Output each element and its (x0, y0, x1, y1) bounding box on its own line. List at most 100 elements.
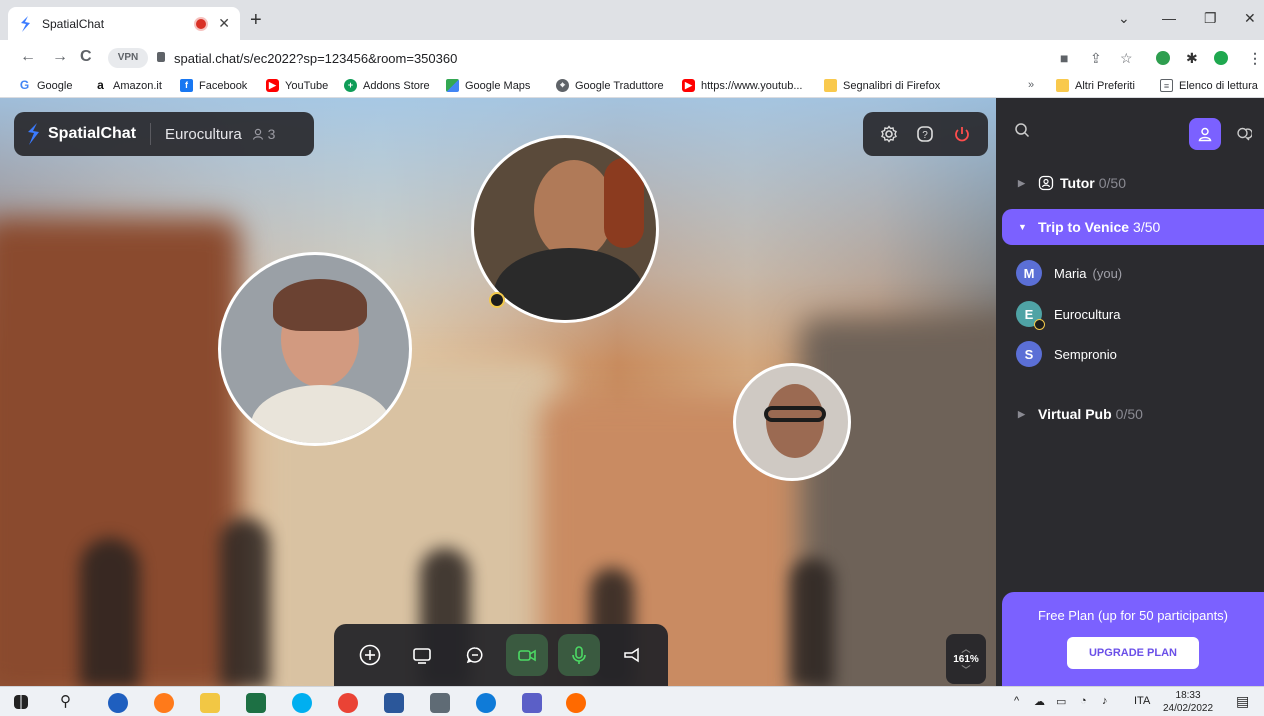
vpn-badge[interactable]: VPN (108, 48, 148, 68)
youtube-icon: ▶ (682, 79, 695, 92)
menu-kebab-icon[interactable]: ⋮ (1248, 50, 1262, 67)
app-icon[interactable] (108, 693, 128, 713)
amazon-icon: a (97, 78, 104, 92)
camera-button[interactable] (506, 634, 549, 676)
reload-button[interactable]: C (80, 49, 92, 65)
bookmark-item[interactable]: Segnalibri di Firefox (824, 79, 940, 92)
help-button[interactable]: ? (911, 120, 939, 148)
gear-icon (881, 125, 898, 143)
leave-button[interactable] (948, 120, 976, 148)
browser-tab[interactable]: SpatialChat ✕ (8, 7, 240, 40)
skype-icon[interactable] (292, 693, 312, 713)
bookmark-item[interactable]: Google Maps (446, 79, 530, 92)
extensions-puzzle-icon[interactable]: ✱ (1186, 50, 1198, 67)
camera-icon (518, 649, 536, 662)
settings-button[interactable] (875, 120, 903, 148)
share-icon[interactable]: ⇪ (1090, 50, 1102, 67)
room-item-tutor[interactable]: ▶ Tutor 0/50 (996, 165, 1264, 201)
participant-hair (273, 279, 367, 331)
zoom-out-chevron-icon[interactable]: ﹀ (961, 665, 970, 675)
microphone-button[interactable] (558, 634, 601, 676)
tab-participants[interactable] (1189, 118, 1221, 150)
sidebar-header (996, 98, 1264, 170)
tab-chat[interactable] (1228, 118, 1260, 150)
background-window (790, 558, 834, 686)
share-screen-button[interactable] (401, 634, 443, 676)
bookmark-item[interactable]: f Facebook (180, 79, 247, 92)
clock[interactable]: 18:33 24/02/2022 (1163, 689, 1213, 715)
spatialchat-favicon-icon (21, 15, 30, 32)
chrome-icon[interactable] (338, 693, 358, 713)
online-count[interactable]: 3 (252, 126, 275, 142)
camera-in-use-icon[interactable]: ■ (1060, 50, 1068, 66)
search-icon (1015, 123, 1030, 138)
tab-search-icon[interactable]: ⌄ (1118, 10, 1130, 27)
windows-taskbar: ⚲ ^ ☁ ▭ ◔ ♪ ITA 18:33 24/02/2022 ▤ (0, 686, 1264, 716)
room-item-virtual-pub[interactable]: ▶ Virtual Pub 0/50 (996, 396, 1264, 432)
space-name[interactable]: Eurocultura (165, 126, 242, 143)
adblock-extension-icon[interactable] (1156, 51, 1170, 65)
room-item-trip-to-venice[interactable]: ▼ Trip to Venice 3/50 (1002, 209, 1264, 245)
member-item[interactable]: S Sempronio (1016, 339, 1117, 369)
teams-icon[interactable] (522, 693, 542, 713)
screen-share-icon (413, 648, 432, 664)
bookmark-item[interactable]: ▶ YouTube (266, 79, 328, 92)
close-tab-icon[interactable]: ✕ (218, 15, 230, 32)
room-name: Virtual Pub (1038, 406, 1112, 422)
bookmarks-overflow-button[interactable]: » (1028, 79, 1034, 91)
url-field[interactable]: spatial.chat/s/ec2022?sp=123456&room=350… (174, 51, 457, 66)
bookmarks-bar: G Google a Amazon.it f Facebook ▶ YouTube + A… (0, 76, 1264, 98)
lock-icon[interactable] (157, 52, 165, 62)
edge-icon[interactable] (476, 693, 496, 713)
restore-button[interactable]: ❐ (1204, 10, 1217, 27)
notifications-icon[interactable]: ▤ (1236, 693, 1249, 710)
windows-start-icon[interactable] (14, 695, 28, 709)
reading-list[interactable]: ≡ Elenco di lettura (1160, 79, 1258, 92)
file-explorer-icon[interactable] (200, 693, 220, 713)
battery-icon[interactable]: ▭ (1056, 695, 1066, 708)
search-button[interactable] (1014, 122, 1030, 141)
calculator-icon[interactable] (430, 693, 450, 713)
participant-video-maria[interactable] (218, 252, 412, 446)
word-icon[interactable] (384, 693, 404, 713)
member-item[interactable]: M Maria (you) (1016, 258, 1122, 288)
member-item[interactable]: E Eurocultura (1016, 299, 1120, 330)
bookmark-star-icon[interactable]: ☆ (1120, 50, 1133, 67)
wifi-icon[interactable]: ◔ (1080, 695, 1087, 707)
host-badge-icon (489, 292, 505, 308)
add-content-button[interactable] (349, 634, 391, 676)
vpn-app-icon[interactable] (566, 693, 586, 713)
bookmark-item[interactable]: + Addons Store (344, 79, 430, 92)
facebook-icon: f (180, 79, 193, 92)
room-canvas[interactable]: SpatialChat Eurocultura 3 ? ︿ 161% ﹀ (0, 98, 996, 686)
chat-bubble-icon (466, 647, 483, 664)
other-bookmarks[interactable]: Altri Preferiti (1056, 79, 1135, 92)
search-icon[interactable]: ⚲ (60, 692, 80, 712)
bookmark-item[interactable]: G Google (18, 79, 73, 92)
bookmark-item[interactable]: ▶ https://www.youtub... (682, 79, 803, 92)
chat-icon (1237, 127, 1252, 141)
bookmark-item[interactable]: a Amazon.it (94, 79, 162, 92)
shield-extension-icon[interactable] (1214, 51, 1228, 65)
tray-chevron-icon[interactable]: ^ (1014, 695, 1019, 707)
broadcast-button[interactable] (611, 634, 653, 676)
chat-button[interactable] (454, 634, 496, 676)
forward-button[interactable]: → (52, 49, 68, 65)
bookmark-item[interactable]: ⌖ Google Traduttore (556, 79, 664, 92)
back-button[interactable]: ← (20, 49, 36, 65)
zoom-in-chevron-icon[interactable]: ︿ (961, 644, 970, 654)
plan-text: Free Plan (up for 50 participants) (1037, 608, 1229, 623)
excel-icon[interactable] (246, 693, 266, 713)
language-indicator[interactable]: ITA (1134, 695, 1150, 707)
close-window-button[interactable]: ✕ (1244, 10, 1256, 27)
participant-video-sempronio[interactable] (733, 363, 851, 481)
firefox-icon[interactable] (154, 693, 174, 713)
folder-icon (1056, 79, 1069, 92)
zoom-control[interactable]: ︿ 161% ﹀ (946, 634, 986, 684)
onedrive-icon[interactable]: ☁ (1034, 695, 1045, 708)
room-name: Tutor (1060, 175, 1095, 191)
upgrade-plan-button[interactable]: UPGRADE PLAN (1067, 637, 1199, 669)
new-tab-button[interactable]: + (250, 10, 262, 30)
volume-icon[interactable]: ♪ (1102, 695, 1108, 707)
minimize-button[interactable]: — (1162, 10, 1176, 26)
